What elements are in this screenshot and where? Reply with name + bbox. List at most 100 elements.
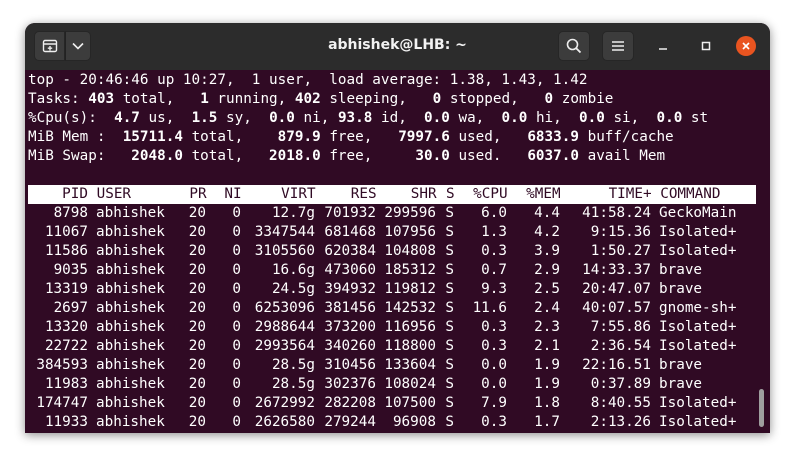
- cell-virt: 3105560: [254, 243, 315, 259]
- cell-command: brave: [659, 281, 703, 297]
- cell-virt: 28.5g: [271, 376, 315, 392]
- cell-s: S: [445, 376, 454, 392]
- cell-ni: 0: [232, 319, 241, 335]
- swap-total: 2048.0: [131, 148, 183, 164]
- cell-time: 14:33.37: [582, 262, 651, 278]
- cell-ni: 0: [232, 281, 241, 297]
- tasks-sleeping-label: sleeping,: [329, 91, 407, 107]
- cpu-id-label: id,: [380, 110, 407, 126]
- col-cpu: %CPU: [473, 186, 508, 202]
- cell-shr: 96908: [392, 414, 436, 430]
- cell-res: 373200: [324, 319, 376, 335]
- cell-shr: 108024: [384, 376, 436, 392]
- cpu-hi: 0.0: [501, 110, 528, 126]
- cell-pid: 8798: [53, 205, 88, 221]
- mem-total-label: total,: [191, 129, 244, 145]
- cell-s: S: [445, 319, 454, 335]
- col-user: USER: [96, 186, 132, 202]
- cell-pid: 22722: [44, 338, 88, 354]
- cell-pr: 20: [188, 319, 206, 335]
- cell-user: abhishek: [96, 281, 165, 297]
- cell-mem: 2.3: [534, 319, 560, 335]
- process-table-header: PID USER PR NI VIRT RES SHR S %CPU %MEM TIME+ COM…: [28, 185, 756, 204]
- cell-mem: 2.4: [534, 300, 560, 316]
- cell-pid: 174747: [36, 395, 88, 411]
- cell-time: 9:15.36: [590, 224, 651, 240]
- cpu-us-label: us,: [148, 110, 175, 126]
- cell-user: abhishek: [96, 357, 165, 373]
- process-row: 22722 abhishek 20 0 2993564 340260 118800 S 0.3 2…: [28, 337, 737, 356]
- cell-command: brave: [659, 262, 703, 278]
- cell-virt: 2988644: [254, 319, 315, 335]
- cell-s: S: [445, 262, 454, 278]
- cell-virt: 12.7g: [271, 205, 315, 221]
- cell-ni: 0: [232, 243, 241, 259]
- mem-label: MiB Mem :: [28, 129, 106, 145]
- swap-total-label: total,: [191, 148, 244, 164]
- cell-pid: 11586: [44, 243, 88, 259]
- col-ni: NI: [224, 186, 242, 202]
- cell-pid: 384593: [36, 357, 88, 373]
- cpu-label: %Cpu(s):: [28, 110, 97, 126]
- process-row: 9035 abhishek 20 0 16.6g 473060 185312 S 0.7 2.9 1…: [28, 261, 733, 280]
- menu-button[interactable]: [602, 31, 634, 61]
- cpu-ni-label: ni,: [303, 110, 330, 126]
- mem-used-label: used,: [458, 129, 502, 145]
- col-s: S: [446, 186, 455, 202]
- search-button[interactable]: [558, 31, 590, 61]
- cell-ni: 0: [232, 414, 241, 430]
- cell-res: 279244: [324, 414, 376, 430]
- tasks-sleeping: 402: [294, 91, 321, 107]
- process-row: 11586 abhishek 20 0 3105560 620384 104808 S 0.3 3…: [28, 242, 737, 261]
- cpu-st-label: st: [690, 110, 709, 126]
- terminal-output[interactable]: top - 20:46:46 up 10:27, 1 user, load av…: [25, 70, 770, 433]
- cpu-sy: 1.5: [191, 110, 218, 126]
- cell-shr: 118800: [384, 338, 436, 354]
- cell-cpu: 9.3: [481, 281, 507, 297]
- process-row: 174747 abhishek 20 0 2672992 282208 107500 S 7.9…: [28, 394, 736, 413]
- swap-free: 2018.0: [269, 148, 321, 164]
- cell-user: abhishek: [96, 300, 165, 316]
- mem-total: 15711.4: [122, 129, 183, 145]
- cell-pr: 20: [188, 224, 206, 240]
- cell-ni: 0: [232, 300, 241, 316]
- cell-s: S: [445, 224, 454, 240]
- scrollbar[interactable]: [759, 389, 764, 427]
- cell-res: 681468: [324, 224, 376, 240]
- cell-command: brave: [659, 376, 703, 392]
- cell-pid: 11933: [44, 414, 88, 430]
- cell-time: 40:07.57: [582, 300, 651, 316]
- swap-avail: 6037.0: [527, 148, 579, 164]
- process-row: 11983 abhishek 20 0 28.5g 302376 108024 S 0.0 1.9…: [28, 375, 733, 394]
- cell-res: 381456: [324, 300, 376, 316]
- cell-cpu: 1.3: [481, 224, 507, 240]
- mem-line: MiB Mem : 15711.4 total, 879.9 free, 799…: [28, 128, 674, 147]
- cell-shr: 119812: [384, 281, 436, 297]
- cell-time: 20:47.07: [582, 281, 651, 297]
- cell-cpu: 0.3: [481, 338, 507, 354]
- mem-free: 879.9: [277, 129, 321, 145]
- cell-ni: 0: [232, 357, 241, 373]
- cell-pr: 20: [188, 281, 206, 297]
- cell-time: 41:58.24: [582, 205, 651, 221]
- cpu-ni: 0.0: [269, 110, 295, 126]
- cell-mem: 1.7: [534, 414, 560, 430]
- cell-res: 282208: [324, 395, 376, 411]
- cell-pr: 20: [188, 357, 206, 373]
- cell-cpu: 11.6: [472, 300, 507, 316]
- cell-cpu: 0.0: [481, 357, 507, 373]
- tasks-zombie: 0: [544, 91, 554, 107]
- cell-cpu: 0.3: [481, 243, 507, 259]
- swap-line: MiB Swap: 2048.0 total, 2018.0 free, 30.…: [28, 147, 665, 166]
- cell-pid: 11067: [44, 224, 88, 240]
- cell-pr: 20: [188, 262, 206, 278]
- cell-pid: 9035: [53, 262, 88, 278]
- close-button[interactable]: [736, 36, 756, 56]
- maximize-button[interactable]: [696, 36, 716, 56]
- cell-mem: 1.8: [534, 395, 560, 411]
- cell-virt: 2672992: [254, 395, 315, 411]
- minimize-button[interactable]: [653, 36, 673, 56]
- tasks-stopped: 0: [432, 91, 442, 107]
- cell-mem: 1.9: [534, 376, 560, 392]
- cell-pr: 20: [188, 205, 206, 221]
